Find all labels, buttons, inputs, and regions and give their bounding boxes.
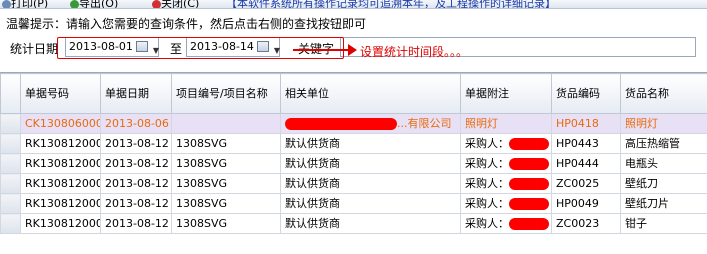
col-header-note[interactable]: 单据附注 — [461, 74, 552, 114]
cell-item-name: 钳子 — [621, 214, 707, 234]
cell-doc-date: 2013-08-12 — [101, 214, 172, 234]
cell-item-name: 壁纸刀片 — [621, 194, 707, 214]
top-toolbar: 打印(P) 导出(O) 关闭(C) 【本软件系统所有操作记录均可追溯本年，及工程… — [0, 0, 707, 9]
cell-unit: 默认供货商 — [281, 194, 461, 214]
cell-doc-date: 2013-08-12 — [101, 174, 172, 194]
cell-note: 采购人： — [461, 154, 552, 174]
table-row[interactable]: RK1308120001 2013-08-12 1308SVG 默认供货商 采购… — [1, 154, 707, 174]
cell-unit: 默认供货商 — [281, 174, 461, 194]
col-header-project[interactable]: 项目编号/项目名称 — [172, 74, 281, 114]
annotation-arrow-icon — [293, 49, 355, 51]
toolbar-close-button[interactable]: 关闭(C) — [152, 0, 199, 9]
row-indicator-header — [1, 74, 21, 114]
cell-item-code: ZC0023 — [552, 214, 621, 234]
table-row[interactable]: RK1308120001 2013-08-12 1308SVG 默认供货商 采购… — [1, 174, 707, 194]
export-icon — [70, 0, 79, 9]
redaction-mark — [509, 198, 549, 210]
cell-item-name: 高压热缩管 — [621, 134, 707, 154]
cell-note: 采购人： — [461, 174, 552, 194]
cell-item-name: 照明灯 — [621, 114, 707, 134]
row-indicator[interactable] — [1, 134, 21, 154]
cell-unit: ...有限公司 — [281, 114, 461, 134]
toolbar-print-button[interactable]: 打印(P) — [2, 0, 48, 9]
cell-project: 1308SVG — [172, 214, 281, 234]
cell-doc-date: 2013-08-12 — [101, 134, 172, 154]
results-grid: 单据号码 单据日期 项目编号/项目名称 相关单位 单据附注 货品编码 货品名称 … — [0, 72, 707, 254]
cell-project: 1308SVG — [172, 194, 281, 214]
cell-doc-no: RK1308120001 — [21, 174, 101, 194]
redaction-mark — [509, 158, 549, 170]
row-indicator[interactable] — [1, 114, 21, 134]
cell-note: 采购人： — [461, 214, 552, 234]
table-row[interactable]: RK1308120001 2013-08-12 1308SVG 默认供货商 采购… — [1, 134, 707, 154]
cell-doc-no: RK1308120001 — [21, 214, 101, 234]
redaction-mark — [285, 118, 397, 130]
cell-note: 采购人： — [461, 134, 552, 154]
cell-doc-date: 2013-08-12 — [101, 154, 172, 174]
cell-item-code: HP0443 — [552, 134, 621, 154]
cell-item-code: ZC0025 — [552, 174, 621, 194]
redaction-mark — [509, 178, 549, 190]
table-row[interactable]: RK1308120001 2013-08-12 1308SVG 默认供货商 采购… — [1, 214, 707, 234]
print-icon — [2, 0, 11, 9]
toolbar-export-button[interactable]: 导出(O) — [70, 0, 118, 9]
cell-item-name: 电瓶头 — [621, 154, 707, 174]
toolbar-notice: 【本软件系统所有操作记录均可追溯本年，及工程操作的详细记录】 — [226, 0, 556, 9]
redaction-mark — [509, 218, 549, 230]
cell-doc-date: 2013-08-06 — [101, 114, 172, 134]
cell-item-code: HP0444 — [552, 154, 621, 174]
annotation-text: 设置统计时间段。。。 — [360, 43, 468, 60]
results-table: 单据号码 单据日期 项目编号/项目名称 相关单位 单据附注 货品编码 货品名称 … — [0, 73, 707, 234]
cell-unit: 默认供货商 — [281, 214, 461, 234]
annotation-highlight-box — [57, 37, 344, 59]
cell-unit: 默认供货商 — [281, 154, 461, 174]
cell-project: 1308SVG — [172, 154, 281, 174]
table-row[interactable]: CK1308060001 2013-08-06 ...有限公司 照明灯 HP04… — [1, 114, 707, 134]
cell-unit: 默认供货商 — [281, 134, 461, 154]
row-indicator[interactable] — [1, 174, 21, 194]
cell-note: 采购人： — [461, 194, 552, 214]
cell-project: 1308SVG — [172, 174, 281, 194]
cell-doc-no: RK1308120001 — [21, 154, 101, 174]
col-header-item-code[interactable]: 货品编码 — [552, 74, 621, 114]
row-indicator[interactable] — [1, 154, 21, 174]
cell-item-code: HP0049 — [552, 194, 621, 214]
cell-doc-no: RK1308120001 — [21, 194, 101, 214]
row-indicator[interactable] — [1, 214, 21, 234]
table-row[interactable]: RK1308120001 2013-08-12 1308SVG 默认供货商 采购… — [1, 194, 707, 214]
redaction-mark — [509, 138, 549, 150]
close-icon — [152, 0, 161, 9]
col-header-unit[interactable]: 相关单位 — [281, 74, 461, 114]
table-header-row: 单据号码 单据日期 项目编号/项目名称 相关单位 单据附注 货品编码 货品名称 — [1, 74, 707, 114]
col-header-item-name[interactable]: 货品名称 — [621, 74, 707, 114]
cell-note: 照明灯 — [461, 114, 552, 134]
cell-doc-no: CK1308060001 — [21, 114, 101, 134]
row-indicator[interactable] — [1, 194, 21, 214]
cell-doc-date: 2013-08-12 — [101, 194, 172, 214]
col-header-doc-date[interactable]: 单据日期 — [101, 74, 172, 114]
cell-doc-no: RK1308120001 — [21, 134, 101, 154]
date-label: 统计日期 — [10, 40, 58, 57]
hint-text: 温馨提示：请输入您需要的查询条件，然后点击右侧的查找按钮即可 — [6, 15, 366, 32]
cell-project: 1308SVG — [172, 134, 281, 154]
cell-item-code: HP0418 — [552, 114, 621, 134]
cell-item-name: 壁纸刀 — [621, 174, 707, 194]
col-header-doc-no[interactable]: 单据号码 — [21, 74, 101, 114]
cell-project — [172, 114, 281, 134]
